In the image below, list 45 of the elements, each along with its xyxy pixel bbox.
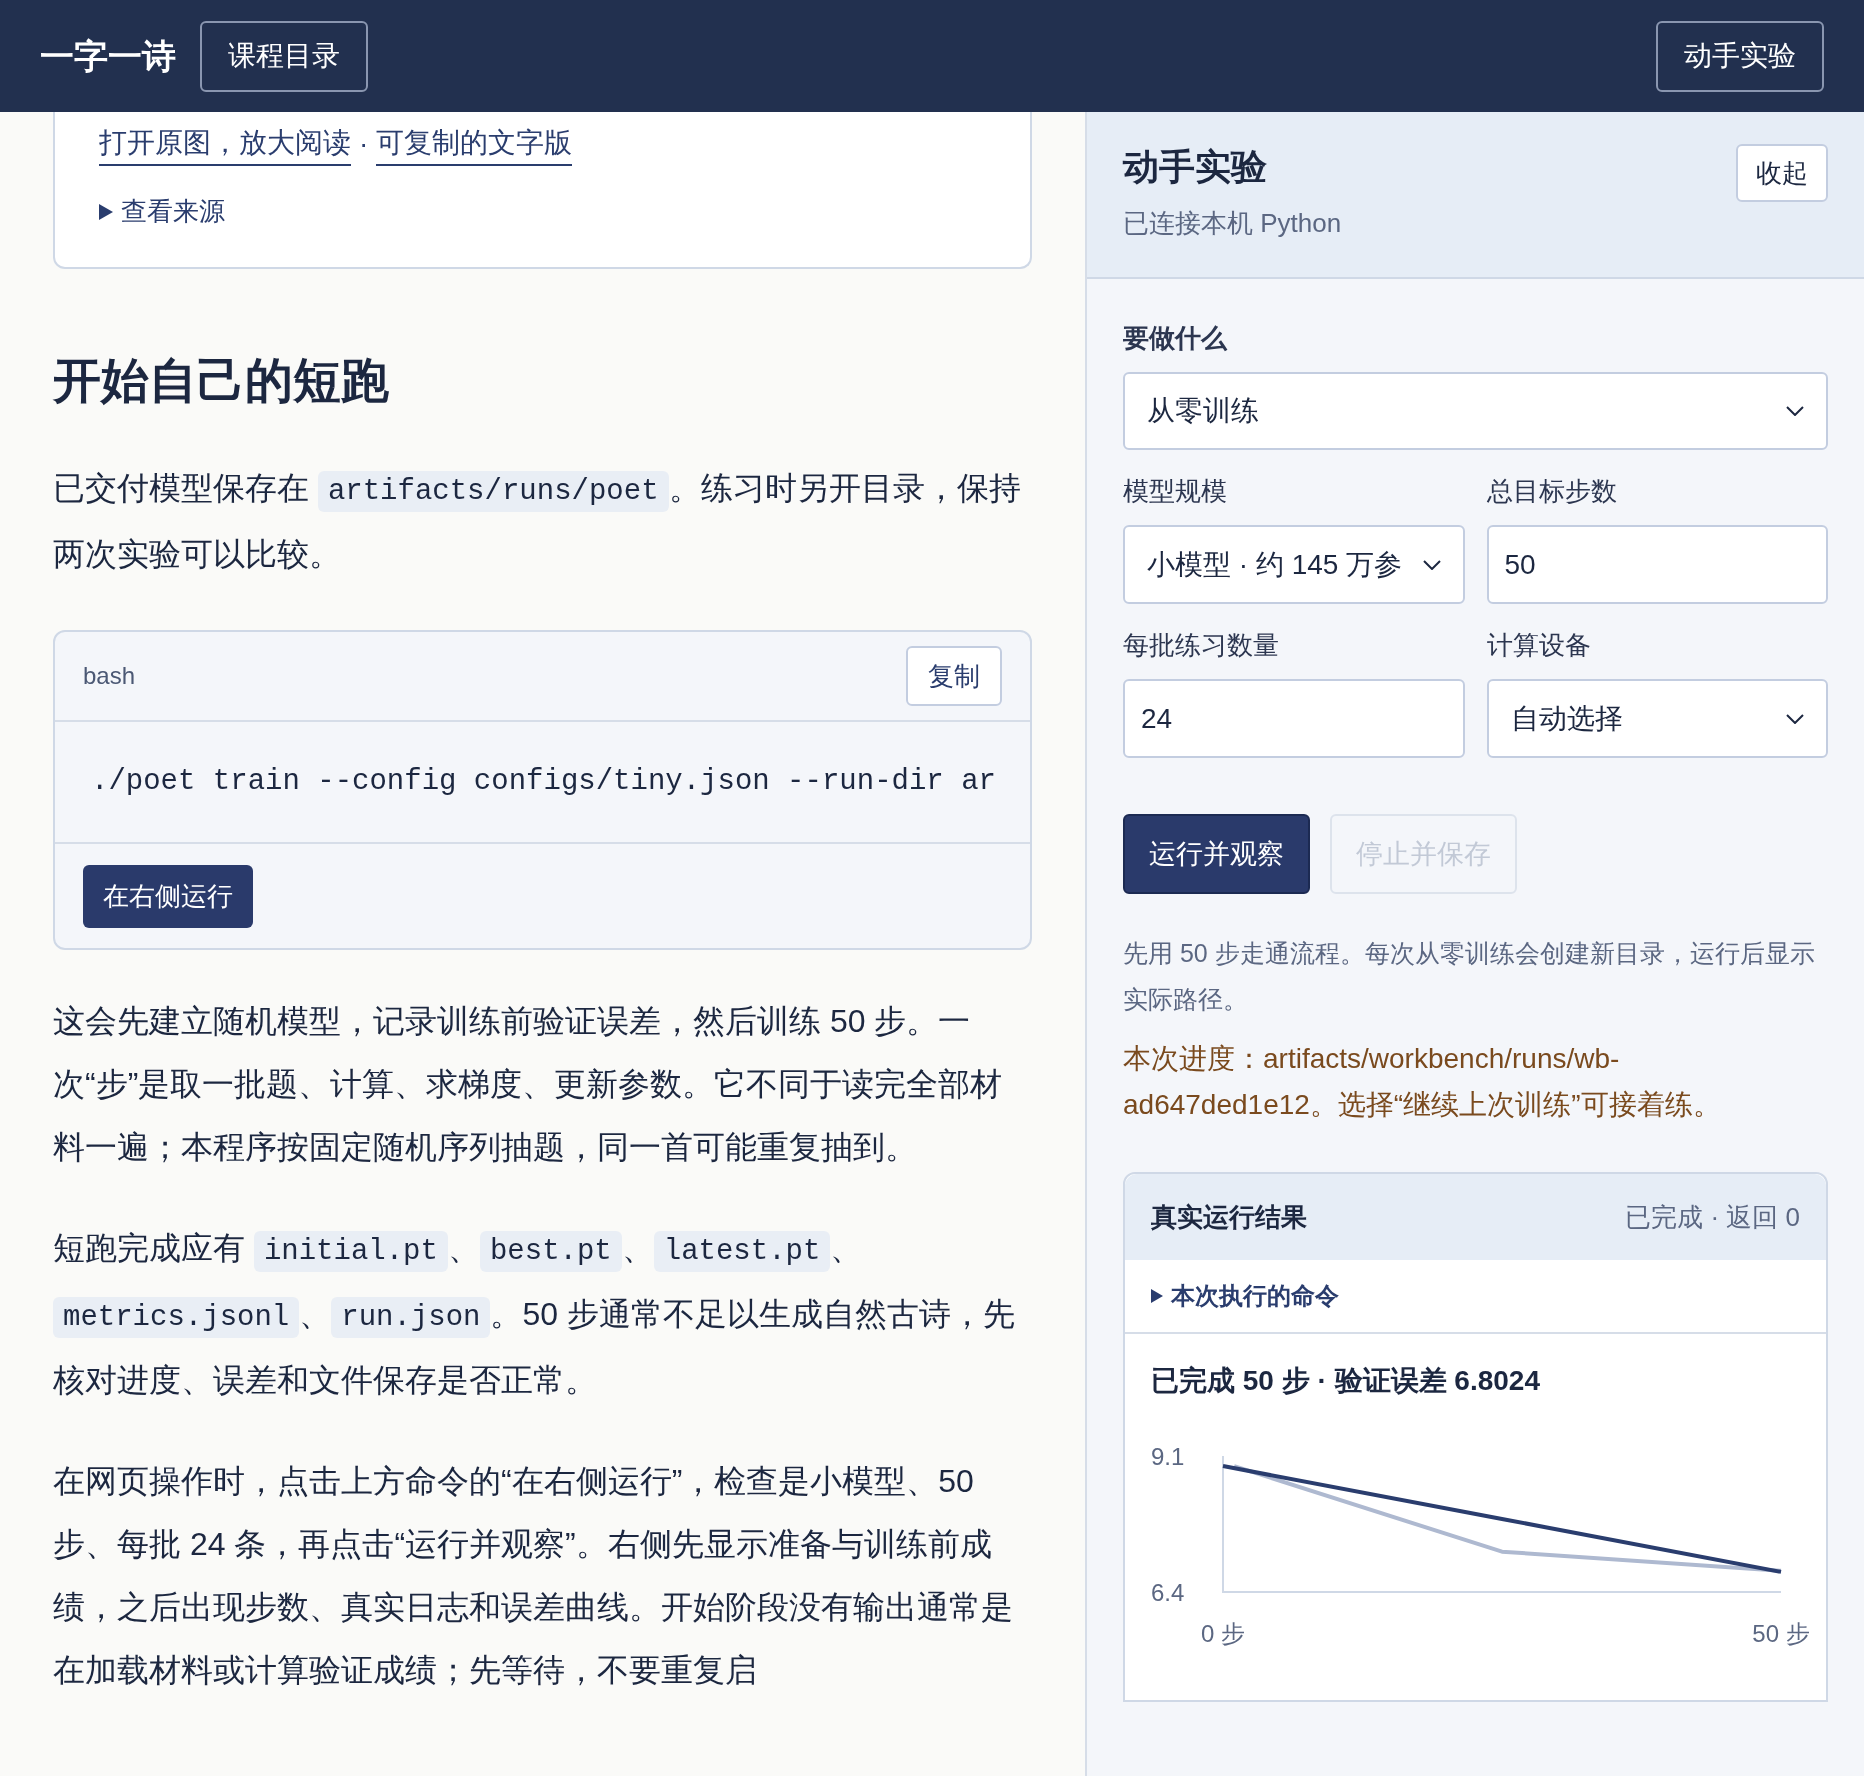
paragraph: 短跑完成应有 initial.pt 、 best.pt 、 latest.pt 、 metrics.jsonl 、 run.json 。50 步通常不足以生成自然古诗，先核对进度、误差和文件保存是否正常。: [53, 1229, 1016, 1400]
field-label: 模型规模: [1123, 475, 1228, 508]
copy-button[interactable]: 复制: [906, 646, 1002, 706]
run-in-panel-button[interactable]: 在右侧运行: [83, 864, 253, 928]
field-label: 总目标步数: [1486, 475, 1618, 508]
chevron-down-icon: [1786, 406, 1804, 416]
section-heading: 开始自己的短跑: [53, 353, 390, 409]
code-line: ./poet train --config configs/tiny.json --run-dir ar: [91, 764, 996, 801]
link[interactable]: 可复制的文字版: [376, 122, 573, 166]
result-status: 已完成 · 返回 0: [1625, 1200, 1800, 1234]
chevron-down-icon: [1422, 559, 1441, 570]
caret-icon: [1151, 1289, 1163, 1303]
panel-title: 动手实验: [1123, 145, 1268, 189]
chevron-down-icon: [1786, 713, 1804, 724]
command-details-toggle[interactable]: 本次执行的命令: [1125, 1260, 1826, 1334]
select-field[interactable]: 小模型 · 约 145 万参: [1123, 525, 1465, 604]
field-label: 每批练习数量: [1123, 629, 1280, 662]
details-toggle[interactable]: 查看来源: [99, 192, 986, 231]
input-field[interactable]: 24: [1123, 679, 1465, 758]
separator: ·: [359, 127, 369, 161]
hint-text: 先用 50 步走通流程。每次从零训练会创建新目录，运行后显示实际路径。: [1123, 938, 1816, 1015]
result-title: 真实运行结果: [1151, 1200, 1307, 1234]
select-field[interactable]: 自动选择: [1486, 679, 1828, 758]
result-summary: 已完成 50 步 · 验证误差 6.8024: [1151, 1364, 1541, 1398]
code-language: bash: [83, 661, 136, 691]
task-select[interactable]: 从零训练: [1123, 372, 1828, 450]
course-menu-button[interactable]: 课程目录: [200, 20, 368, 92]
field-label: 要做什么: [1123, 322, 1229, 355]
paragraph: 在网页操作时，点击上方命令的“在右侧运行”，检查是小模型、50 步、每批 24 条，再点击“运行并观察”。右侧先显示准备与训练前成绩，之后出现步数、真实日志和误差曲线。开始阶段没有输出通常是在加载材料或计算验证成绩；先等待，不要重复启: [53, 1462, 1014, 1690]
run-button[interactable]: 运行并观察: [1123, 814, 1310, 894]
paragraph: 已交付模型保存在 artifacts/runs/poet 。练习时另开目录，保持两次实验可以比较。: [53, 469, 1022, 574]
caret-icon: [99, 203, 113, 220]
lab-button[interactable]: 动手实验: [1656, 20, 1824, 92]
y-axis-label: 6.4: [1151, 1578, 1185, 1606]
x-axis-label: 0 步: [1201, 1620, 1245, 1647]
input-field[interactable]: 50: [1486, 525, 1828, 604]
collapse-button[interactable]: 收起: [1736, 144, 1828, 202]
x-axis-label: 50 步: [1752, 1620, 1810, 1647]
paragraph: 这会先建立随机模型，记录训练前验证误差，然后训练 50 步。一次“步”是取一批题、计算、求梯度、更新参数。它不同于读完全部材料一遍；本程序按固定随机序列抽题，同一首可能重复抽到。: [53, 1002, 1004, 1167]
field-label: 计算设备: [1486, 629, 1592, 662]
site-logo[interactable]: 一字一诗: [40, 30, 176, 82]
link[interactable]: 打开原图，放大阅读: [99, 122, 351, 166]
progress-text: 本次进度：artifacts/workbench/runs/wb-ad647ded1e12。选择“继续上次训练”可接着练。: [1123, 1042, 1722, 1122]
y-axis-label: 9.1: [1151, 1442, 1185, 1470]
panel-subtitle: 已连接本机 Python: [1123, 207, 1342, 240]
